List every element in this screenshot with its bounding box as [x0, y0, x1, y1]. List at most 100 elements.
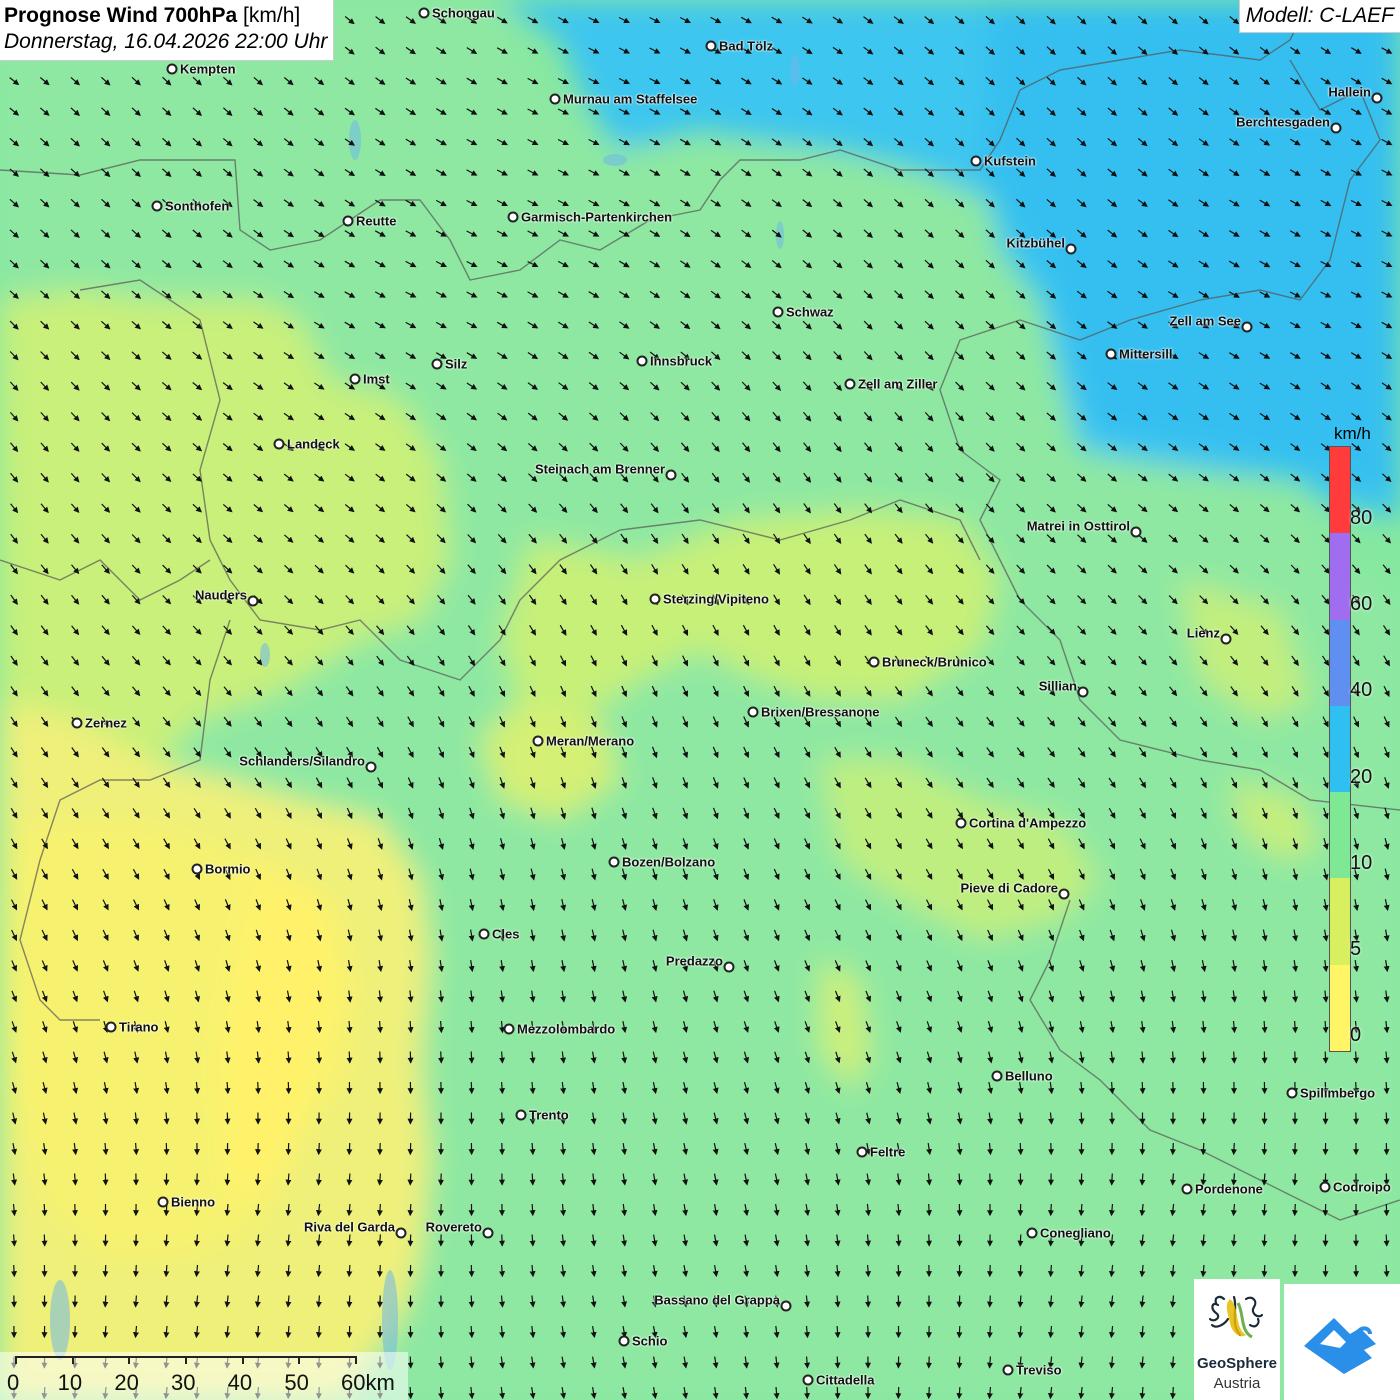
city-label: Trento	[529, 1107, 569, 1123]
city-dot-icon	[105, 1021, 117, 1033]
city-dot-icon	[636, 355, 648, 367]
city-label: Bruneck/Brunico	[882, 654, 987, 670]
city-label: Schwaz	[786, 304, 834, 320]
city-label: Zell am Ziller	[858, 376, 938, 392]
scale-label: 0	[7, 1370, 20, 1395]
city-label: Mezzolombardo	[517, 1021, 616, 1037]
city-dot-icon	[342, 215, 354, 227]
city-label: Innsbruck	[650, 353, 713, 369]
city-label: Bad Tölz	[719, 38, 774, 54]
city-label: Treviso	[1016, 1362, 1062, 1378]
geosphere-logo[interactable]: GeoSphere Austria	[1194, 1279, 1280, 1400]
city-dot-icon	[1286, 1087, 1298, 1099]
city-dot-icon	[418, 7, 430, 19]
city-label: Schongau	[432, 5, 495, 21]
city-dot-icon	[1319, 1181, 1331, 1193]
city-dot-icon	[780, 1300, 792, 1312]
city-label: Bienno	[171, 1194, 216, 1210]
city-label: Sillian	[1038, 678, 1077, 694]
city-label: Bozen/Bolzano	[622, 854, 716, 870]
city-label: Kempten	[180, 61, 236, 77]
app-logo[interactable]	[1284, 1284, 1400, 1400]
legend-segment	[1330, 533, 1350, 620]
city-label: Riva del Garda	[303, 1219, 395, 1235]
city-label: Spilimbergo	[1300, 1085, 1376, 1101]
city-label: Cortina d'Ampezzo	[969, 815, 1087, 831]
city-label: Predazzo	[665, 953, 723, 969]
city-dot-icon	[665, 469, 677, 481]
city-dot-icon	[1181, 1183, 1193, 1195]
city-dot-icon	[157, 1196, 169, 1208]
city-label: Bormio	[205, 861, 251, 877]
city-label: Cittadella	[816, 1372, 875, 1388]
city-dot-icon	[1330, 122, 1342, 134]
city-label: Brixen/Bressanone	[761, 704, 880, 720]
city-label: Zell am See	[1169, 313, 1241, 329]
city-label: Cles	[492, 926, 520, 942]
legend-tick-label: 40	[1350, 679, 1373, 701]
city-dot-icon	[955, 817, 967, 829]
city-label: Conegliano	[1040, 1225, 1111, 1241]
city-dot-icon	[618, 1335, 630, 1347]
city-label: Murnau am Staffelsee	[563, 91, 698, 107]
legend-segment	[1330, 619, 1350, 706]
scale-tick	[185, 1356, 187, 1364]
city-label: Rovereto	[425, 1219, 482, 1235]
city-dot-icon	[1065, 243, 1077, 255]
city-dot-icon	[365, 761, 377, 773]
geosphere-logo-line2: Austria	[1213, 1375, 1261, 1392]
city-label: Lienz	[1186, 625, 1220, 641]
city-dot-icon	[431, 358, 443, 370]
legend-tick-label: 60	[1350, 593, 1373, 615]
city-dot-icon	[532, 735, 544, 747]
city-dot-icon	[1105, 348, 1117, 360]
city-dot-icon	[1058, 888, 1070, 900]
scale-label: 40	[227, 1370, 253, 1395]
city-label: Landeck	[287, 436, 340, 452]
city-label: Pordenone	[1195, 1181, 1263, 1197]
city-dot-icon	[515, 1109, 527, 1121]
city-dot-icon	[772, 306, 784, 318]
city-dot-icon	[747, 706, 759, 718]
city-dot-icon	[1002, 1364, 1014, 1376]
wind-map[interactable]: Prognose Wind 700hPa [km/h] Donnerstag, …	[0, 0, 1400, 1400]
geosphere-icon	[1208, 1295, 1264, 1339]
city-dot-icon	[991, 1070, 1003, 1082]
scale-tick	[355, 1356, 357, 1364]
legend-segment	[1330, 792, 1350, 879]
model-label: Modell: C-LAEF	[1238, 0, 1400, 33]
color-legend	[1329, 446, 1351, 1052]
city-label: Schlanders/Silandro	[239, 753, 365, 769]
city-dot-icon	[649, 593, 661, 605]
city-dot-icon	[802, 1374, 814, 1386]
city-dot-icon	[482, 1227, 494, 1239]
city-dot-icon	[1130, 526, 1142, 538]
city-dot-icon	[1371, 92, 1383, 104]
city-dot-icon	[1241, 321, 1253, 333]
city-label: Pieve di Cadore	[960, 880, 1058, 896]
geosphere-logo-line1: GeoSphere	[1196, 1355, 1278, 1372]
city-dot-icon	[349, 373, 361, 385]
city-label: Reutte	[356, 213, 397, 229]
city-dot-icon	[151, 200, 163, 212]
city-dot-icon	[503, 1023, 515, 1035]
city-dot-icon	[844, 378, 856, 390]
scale-bar: 0 10 20 30 40 50 60km	[0, 1352, 408, 1400]
city-dot-icon	[705, 40, 717, 52]
legend-tick-label: 10	[1350, 852, 1373, 874]
scale-label: 10	[57, 1370, 83, 1395]
scale-label: 30	[171, 1370, 196, 1395]
city-label: Sterzing/Vipiteno	[663, 591, 769, 607]
city-dot-icon	[191, 863, 203, 875]
city-dot-icon	[1220, 633, 1232, 645]
city-dot-icon	[608, 856, 620, 868]
city-label: Hallein	[1328, 84, 1371, 100]
scale-label: 60km	[341, 1370, 395, 1395]
city-dot-icon	[478, 928, 490, 940]
city-label: Kitzbühel	[1006, 235, 1066, 251]
city-dot-icon	[247, 595, 259, 607]
scale-tick	[15, 1356, 17, 1364]
legend-segment	[1330, 878, 1350, 965]
app-logo-icon	[1304, 1318, 1376, 1374]
legend-segment	[1330, 447, 1350, 534]
